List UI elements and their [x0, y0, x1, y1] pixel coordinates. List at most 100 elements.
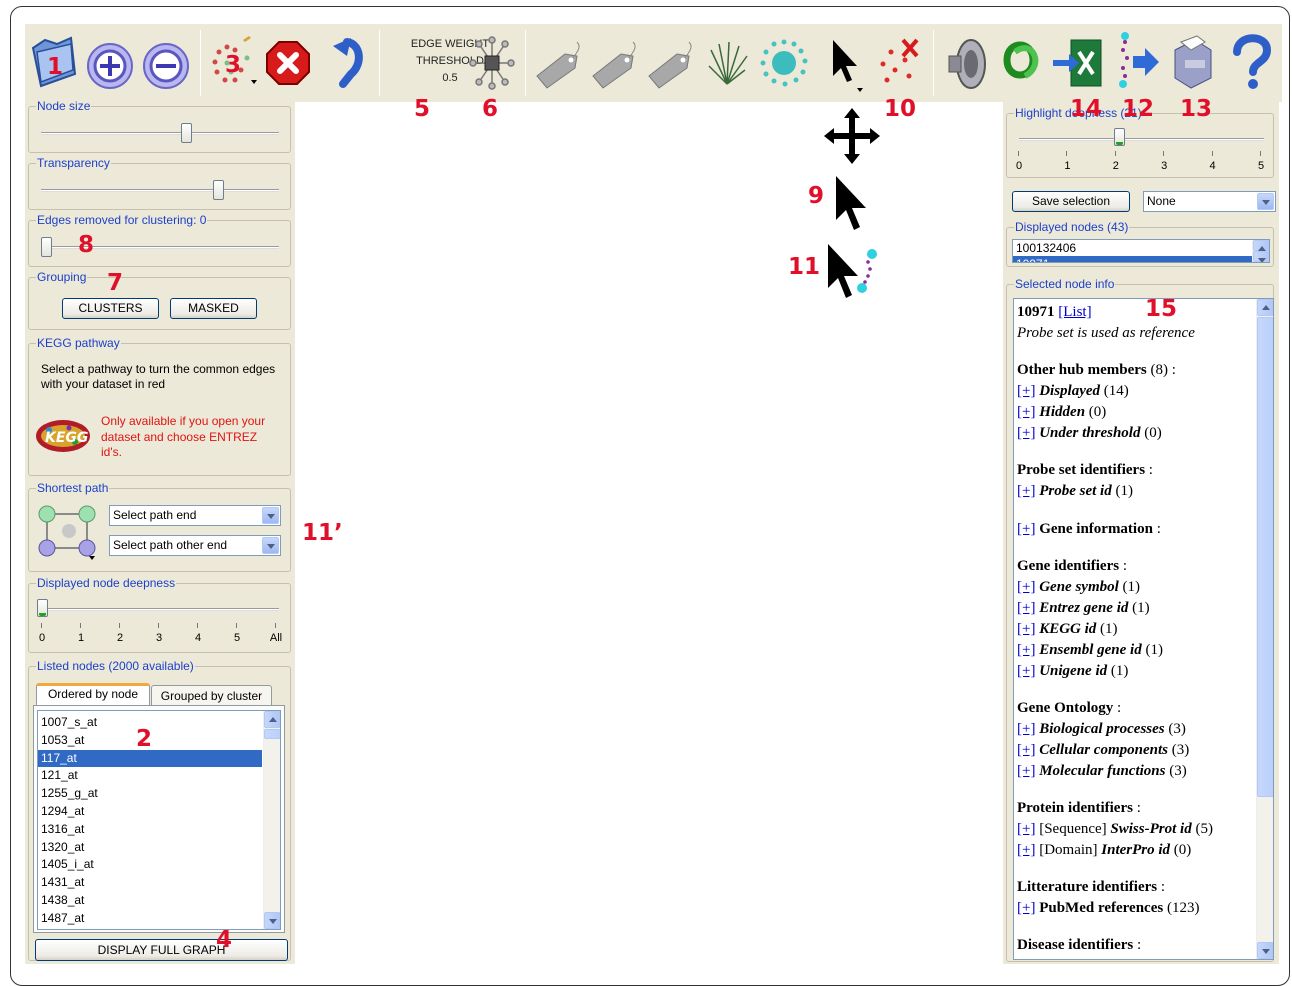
zoom-out-icon[interactable]	[139, 30, 193, 92]
path-other-end-select[interactable]: Select path other end	[109, 535, 281, 556]
scroll-up-icon[interactable]	[1253, 240, 1269, 251]
swissprot-count: (5)	[1195, 821, 1213, 837]
masked-button[interactable]: MASKED	[170, 298, 257, 319]
highlight-ticks: 0 1 2 3 4 5	[1011, 151, 1269, 174]
expand-link[interactable]: [+]	[1017, 763, 1035, 779]
zoom-in-icon[interactable]	[83, 30, 137, 92]
node-size-track[interactable]	[41, 132, 279, 135]
list-item[interactable]: 1431_at	[38, 874, 262, 892]
scroll-up-icon[interactable]	[1257, 299, 1273, 316]
list-item[interactable]: 10971	[1013, 256, 1269, 262]
expand-link[interactable]: [+]	[1017, 842, 1035, 858]
unigene-label: Unigene id	[1039, 663, 1108, 679]
annotation-15: 15	[1145, 296, 1178, 322]
node-list-scrollbar[interactable]	[263, 711, 280, 929]
help-icon[interactable]	[1223, 30, 1277, 92]
scroll-thumb[interactable]	[1257, 317, 1273, 797]
remove-node-icon[interactable]	[871, 30, 925, 92]
tab-grouped-by-cluster[interactable]: Grouped by cluster	[151, 685, 272, 706]
save-option-select[interactable]: None	[1143, 191, 1276, 212]
selection-tag-icon[interactable]	[643, 30, 697, 92]
stop-icon[interactable]	[261, 30, 315, 92]
export-selection-icon[interactable]	[1109, 30, 1163, 92]
list-item[interactable]: 1316_at	[38, 821, 262, 839]
network-3d-icon[interactable]	[993, 30, 1047, 92]
chevron-down-icon[interactable]	[262, 507, 279, 524]
edge-tag-icon[interactable]	[531, 30, 585, 92]
pubmed-label: PubMed references	[1039, 900, 1164, 916]
kegg-id-label: KEGG id	[1039, 621, 1097, 637]
print-icon[interactable]	[1165, 30, 1219, 92]
ensembl-label: Ensembl gene id	[1039, 642, 1142, 658]
expand-link[interactable]: [+]	[1017, 600, 1035, 616]
highlight-track[interactable]	[1019, 138, 1264, 141]
edges-removed-slider-thumb[interactable]	[41, 237, 52, 257]
transparency-track[interactable]	[41, 189, 279, 192]
path-cursor-icon	[828, 244, 877, 298]
expand-link[interactable]: [+]	[1017, 721, 1035, 737]
cluster-icon[interactable]	[757, 30, 811, 92]
node-deepness-slider-thumb[interactable]	[37, 599, 48, 617]
list-item[interactable]: 1487_at	[38, 910, 262, 928]
transparency-slider-thumb[interactable]	[212, 180, 224, 200]
expand-link[interactable]: [+]	[1017, 900, 1035, 916]
list-link[interactable]: [List]	[1058, 304, 1091, 320]
clusters-button[interactable]: CLUSTERS	[62, 298, 159, 319]
list-item[interactable]: 117_at	[38, 749, 262, 768]
display-full-graph-button[interactable]: DISPLAY FULL GRAPH	[35, 939, 288, 961]
save-selection-button[interactable]: Save selection	[1012, 191, 1130, 212]
expand-link[interactable]: [+]	[1017, 642, 1035, 658]
node-size-slider-thumb[interactable]	[181, 123, 193, 143]
node-tag-icon[interactable]	[587, 30, 641, 92]
chevron-down-icon[interactable]	[262, 537, 279, 554]
scroll-thumb[interactable]	[264, 729, 280, 739]
scroll-down-icon[interactable]	[264, 912, 280, 929]
undo-icon[interactable]	[317, 30, 371, 92]
edges-removed-group: Edges removed for clustering: 0	[28, 213, 291, 267]
expand-link[interactable]: [+]	[1017, 821, 1035, 837]
list-item[interactable]: 1255_g_at	[38, 785, 262, 803]
expand-link[interactable]: [+]	[1017, 521, 1035, 537]
annotation-9: 9	[808, 183, 825, 209]
list-item[interactable]: 121_at	[38, 767, 262, 785]
tick-label: 0	[1011, 151, 1027, 172]
info-scrollbar[interactable]	[1256, 299, 1273, 959]
tick-label: 3	[1156, 151, 1172, 172]
list-item[interactable]: 1320_at	[38, 839, 262, 857]
expand-link[interactable]: [+]	[1017, 579, 1035, 595]
list-item[interactable]: 1405_i_at	[38, 856, 262, 874]
edge-filter-icon[interactable]	[465, 30, 519, 92]
chevron-down-icon[interactable]	[1257, 193, 1274, 210]
reference-note: Probe set is used as reference	[1017, 325, 1195, 341]
expand-link[interactable]: [+]	[1017, 483, 1035, 499]
expand-link[interactable]: [+]	[1017, 425, 1035, 441]
toolbar-separator	[933, 30, 934, 96]
list-item[interactable]: 1438_at	[38, 892, 262, 910]
node-deepness-track[interactable]	[41, 608, 279, 611]
node-size-title: Node size	[36, 99, 92, 113]
sound-icon[interactable]	[939, 30, 993, 92]
tab-ordered-by-node[interactable]: Ordered by node	[36, 683, 150, 706]
cell-count: (3)	[1171, 742, 1190, 758]
listed-nodes-group: Listed nodes (2000 available) Ordered by…	[28, 659, 291, 961]
expand-link[interactable]: [+]	[1017, 663, 1035, 679]
expand-link[interactable]: [+]	[1017, 621, 1035, 637]
path-end-select[interactable]: Select path end	[109, 505, 281, 526]
list-item[interactable]: 100132406	[1013, 240, 1269, 256]
excel-export-icon[interactable]	[1051, 30, 1105, 92]
scroll-down-icon[interactable]	[1257, 942, 1273, 959]
colon: :	[1160, 879, 1166, 895]
expand-link[interactable]: [+]	[1017, 383, 1035, 399]
highlight-deepness-group: Highlight deepness (21) 012345	[1006, 106, 1274, 178]
other-hub-count: (8) :	[1150, 362, 1176, 378]
highlight-slider-thumb[interactable]	[1114, 128, 1125, 146]
explode-icon[interactable]	[701, 30, 755, 92]
pointer-icon[interactable]	[821, 30, 875, 92]
edges-removed-track[interactable]	[41, 246, 279, 249]
expand-link[interactable]: [+]	[1017, 742, 1035, 758]
scroll-up-icon[interactable]	[264, 711, 280, 728]
expand-link[interactable]: [+]	[1017, 404, 1035, 420]
list-item[interactable]: 1294_at	[38, 803, 262, 821]
scroll-down-icon[interactable]	[1253, 251, 1269, 262]
displayed-nodes-scrollbar[interactable]	[1252, 240, 1269, 262]
